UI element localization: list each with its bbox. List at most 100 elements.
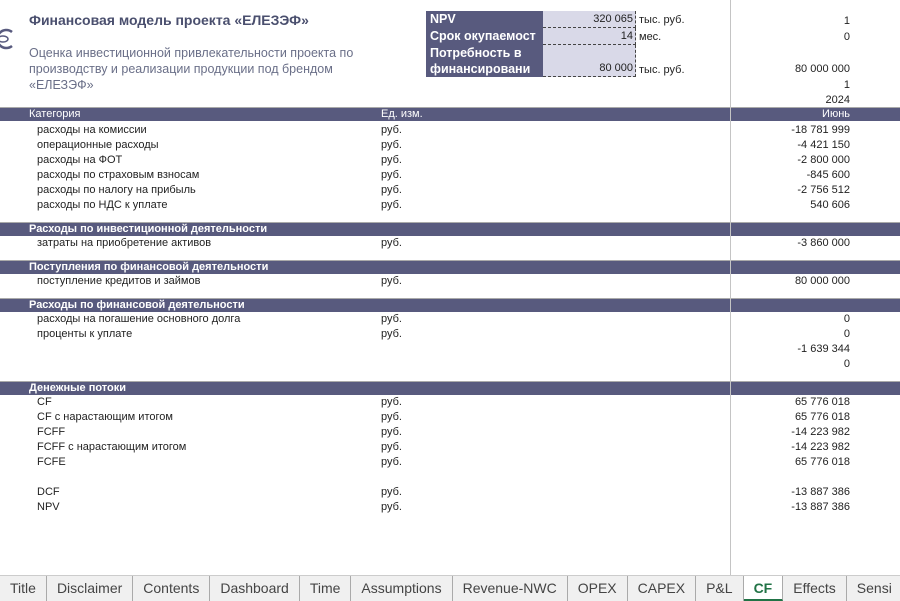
kpi-financing-unit: тыс. руб. bbox=[639, 64, 685, 76]
row-label: расходы на ФОТ bbox=[37, 154, 123, 166]
row-label: операционные расходы bbox=[37, 139, 159, 151]
row-label: затраты на приобретение активов bbox=[37, 237, 212, 249]
row-value[interactable]: 540 606 bbox=[730, 198, 850, 213]
sheet-tab[interactable]: CAPEX bbox=[628, 576, 697, 601]
top-value: 1 bbox=[843, 15, 850, 27]
sheet-tab[interactable]: Dashboard bbox=[210, 576, 300, 601]
row-unit: руб. bbox=[381, 199, 402, 211]
kpi-npv-value[interactable]: 320 065 bbox=[543, 11, 636, 28]
table-row: FCFF руб. -14 223 982 bbox=[0, 425, 900, 440]
table-row: расходы по налогу на прибыль руб. -2 756 5… bbox=[0, 183, 900, 198]
section-title: Расходы по инвестиционной деятельности bbox=[29, 223, 268, 235]
row-label: FCFF с нарастающим итогом bbox=[37, 441, 187, 453]
kpi-npv-unit: тыс. руб. bbox=[639, 14, 685, 26]
kpi-npv-label: NPV bbox=[426, 11, 543, 28]
kpi-payback-unit: мес. bbox=[639, 31, 662, 43]
section-title: Поступления по финансовой деятельности bbox=[29, 261, 269, 273]
row-label: расходы по НДС к уплате bbox=[37, 199, 168, 211]
row-unit: руб. bbox=[381, 139, 402, 151]
row-unit: руб. bbox=[381, 396, 402, 408]
row-label: CF с нарастающим итогом bbox=[37, 411, 173, 423]
row-unit: руб. bbox=[381, 124, 402, 136]
sheet-tab[interactable]: Time bbox=[300, 576, 352, 601]
row-unit: руб. bbox=[381, 501, 402, 513]
sheet-tabs: Title Disclaimer Contents Dashboard Time Assu… bbox=[0, 575, 900, 601]
sheet-tab[interactable]: P&L bbox=[696, 576, 744, 601]
sheet-tab[interactable]: Disclaimer bbox=[47, 576, 134, 601]
row-unit: руб. bbox=[381, 169, 402, 181]
kpi-payback-label: Срок окупаемост bbox=[426, 28, 543, 45]
top-values: 1 0 80 000 000 1 2024 bbox=[750, 14, 850, 109]
row-value[interactable]: -13 887 386 bbox=[730, 485, 850, 500]
row-unit: руб. bbox=[381, 313, 402, 325]
table-row: расходы на погашение основного долга руб.… bbox=[0, 312, 900, 327]
row-unit: руб. bbox=[381, 275, 402, 287]
table-row: CF с нарастающим итогом руб. 65 776 018 bbox=[0, 410, 900, 425]
table-row: CF руб. 65 776 018 bbox=[0, 395, 900, 410]
section-header: Поступления по финансовой деятельности bbox=[0, 260, 900, 274]
row-value[interactable]: -2 756 512 bbox=[730, 183, 850, 198]
row-label: расходы на комиссии bbox=[37, 124, 147, 136]
company-logo-icon bbox=[0, 28, 13, 50]
top-value: 0 bbox=[843, 30, 850, 43]
row-unit: руб. bbox=[381, 486, 402, 498]
page-title: Финансовая модель проекта «ЕЛЕЗЭФ» bbox=[29, 12, 309, 28]
row-value[interactable]: -845 600 bbox=[730, 168, 850, 183]
row-value[interactable]: 0 bbox=[730, 327, 850, 342]
section-header: Расходы по инвестиционной деятельности bbox=[0, 222, 900, 236]
sheet-tab[interactable]: Revenue-NWC bbox=[453, 576, 568, 601]
row-label: FCFE bbox=[37, 456, 66, 468]
row-label: проценты к уплате bbox=[37, 328, 133, 340]
row-value[interactable]: -1 639 344 bbox=[730, 342, 850, 357]
row-value[interactable]: -14 223 982 bbox=[730, 440, 850, 455]
table-row bbox=[0, 470, 900, 485]
table-row: FCFF с нарастающим итогом руб. -14 223 982 bbox=[0, 440, 900, 455]
kpi-financing-value[interactable]: 80 000 bbox=[543, 45, 636, 77]
table-row: -1 639 344 bbox=[0, 342, 900, 357]
row-label: CF bbox=[37, 396, 52, 408]
sheet-tab[interactable]: CF bbox=[743, 576, 784, 601]
sheet-tab[interactable]: OPEX bbox=[568, 576, 628, 601]
table-row: проценты к уплате руб. 0 bbox=[0, 327, 900, 342]
row-label: FCFF bbox=[37, 426, 66, 438]
row-value[interactable]: 0 bbox=[730, 312, 850, 327]
row-value[interactable]: 65 776 018 bbox=[730, 455, 850, 470]
row-value[interactable]: -4 421 150 bbox=[730, 138, 850, 153]
row-label: расходы на погашение основного долга bbox=[37, 313, 241, 325]
row-unit: руб. bbox=[381, 328, 402, 340]
section-header: Расходы по финансовой деятельности bbox=[0, 298, 900, 312]
page-subtitle: Оценка инвестиционной привлекательности … bbox=[29, 46, 354, 92]
table-row: операционные расходы руб. -4 421 150 bbox=[0, 138, 900, 153]
table-row: расходы по НДС к уплате руб. 540 606 bbox=[0, 198, 900, 213]
row-value[interactable]: 65 776 018 bbox=[730, 410, 850, 425]
section-title: Расходы по финансовой деятельности bbox=[29, 299, 245, 311]
row-value[interactable]: -14 223 982 bbox=[730, 425, 850, 440]
row-unit: руб. bbox=[381, 237, 402, 249]
row-value[interactable]: -3 860 000 bbox=[730, 236, 850, 251]
section-title: Денежные потоки bbox=[29, 382, 127, 394]
table-row: FCFE руб. 65 776 018 bbox=[0, 455, 900, 470]
row-value[interactable]: -13 887 386 bbox=[730, 500, 850, 515]
row-value[interactable]: 80 000 000 bbox=[730, 274, 850, 289]
sheet-tab[interactable]: Contents bbox=[133, 576, 211, 601]
sheet-tab[interactable]: Effects bbox=[783, 576, 847, 601]
table-row: расходы по страховым взносам руб. -845 600 bbox=[0, 168, 900, 183]
row-unit: руб. bbox=[381, 411, 402, 423]
header-category: Категория bbox=[29, 108, 81, 120]
sheet-tab[interactable]: Sensi bbox=[847, 576, 900, 601]
table-row: расходы на ФОТ руб. -2 800 000 bbox=[0, 153, 900, 168]
table-row: затраты на приобретение активов руб. -3 86… bbox=[0, 236, 900, 251]
row-unit: руб. bbox=[381, 426, 402, 438]
row-value[interactable]: -18 781 999 bbox=[730, 123, 850, 138]
header-month: Июнь bbox=[822, 108, 850, 120]
row-value[interactable]: 65 776 018 bbox=[730, 395, 850, 410]
kpi-payback-value[interactable]: 14 bbox=[543, 28, 636, 45]
sheet-tab[interactable]: Title bbox=[0, 576, 47, 601]
row-value[interactable]: 0 bbox=[730, 357, 850, 372]
row-value[interactable]: -2 800 000 bbox=[730, 153, 850, 168]
sheet-tab[interactable]: Assumptions bbox=[351, 576, 453, 601]
frozen-pane-divider bbox=[730, 0, 731, 575]
header-unit: Ед. изм. bbox=[381, 108, 423, 120]
row-label: DCF bbox=[37, 486, 60, 498]
kpi-box: NPV 320 065 тыс. руб. Срок окупаемост 14… bbox=[426, 11, 685, 77]
